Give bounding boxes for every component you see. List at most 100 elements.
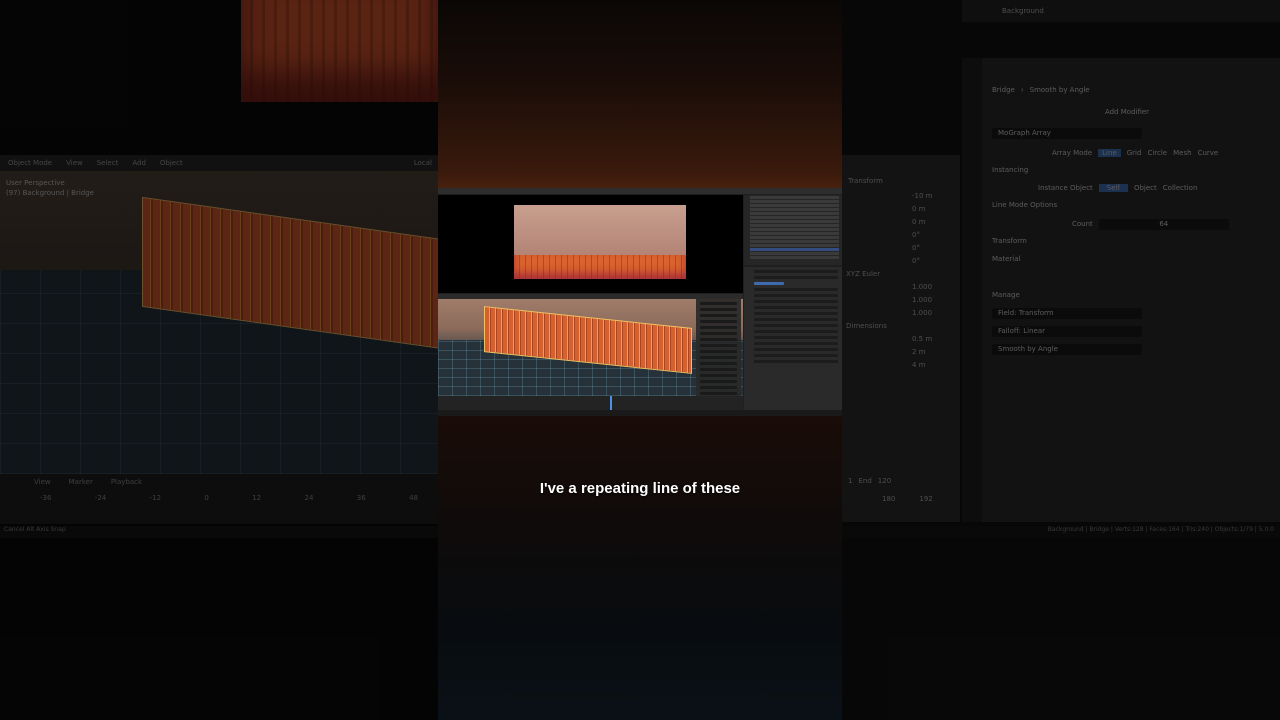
instance-self[interactable]: Self — [1098, 184, 1128, 192]
timeline-playback-menu[interactable]: Playback — [111, 478, 142, 486]
add-modifier-label: Add Modifier — [1104, 108, 1150, 116]
manage-panel[interactable]: Manage — [992, 289, 1262, 301]
timeline[interactable] — [438, 396, 743, 410]
breadcrumb-modifier[interactable]: Smooth by Angle — [1030, 86, 1090, 94]
n-panel-values: -10 m 0 m 0 m 0° 0° 0° XYZ Euler 1.000 1… — [842, 185, 960, 372]
rotation-y[interactable]: 0° — [912, 242, 960, 255]
dimensions-label: Dimensions — [846, 322, 887, 330]
select-menu[interactable]: Select — [97, 159, 119, 167]
top-menu-bar — [438, 188, 842, 194]
dimension-x[interactable]: 0.5 m — [912, 333, 960, 346]
frame-number: 192 — [919, 495, 933, 503]
n-panel — [696, 299, 741, 396]
material-label: Material — [992, 255, 1021, 263]
frame-number: -36 — [40, 494, 52, 502]
array-mode-curve[interactable]: Curve — [1198, 149, 1219, 157]
mode-dropdown[interactable]: Object Mode — [8, 159, 52, 167]
modifier-name-field[interactable]: MoGraph Array — [992, 127, 1142, 139]
status-bar-left: Cancel Alt Axis Snap — [0, 526, 438, 538]
transform-orientation[interactable]: Local — [414, 159, 432, 167]
transform-panel[interactable]: Transform — [992, 235, 1262, 247]
rotation-mode[interactable]: XYZ Euler — [846, 268, 960, 281]
array-mode-circle[interactable]: Circle — [1147, 149, 1167, 157]
instance-collection[interactable]: Collection — [1163, 184, 1198, 192]
transform-label: Transform — [992, 237, 1027, 245]
manage-label: Manage — [992, 291, 1020, 299]
modifier-stack-item[interactable]: Falloff: Linear — [992, 325, 1262, 337]
scale-z[interactable]: 1.000 — [912, 307, 960, 320]
status-bar — [438, 410, 842, 416]
right-background-pane: Background Transform -10 m 0 m 0 m 0° 0°… — [842, 0, 1280, 720]
left-background-pane: Object Mode View Select Add Object Local… — [0, 0, 438, 720]
viewport-label: User Perspective — [6, 179, 65, 187]
add-menu[interactable]: Add — [132, 159, 146, 167]
frame-number: 0 — [204, 494, 209, 502]
frame-number: 24 — [304, 494, 314, 502]
timeline-blurred: View Marker Playback -36 -24 -12 0 12 24… — [0, 474, 438, 524]
instance-object[interactable]: Object — [1134, 184, 1157, 192]
modifier-stack-item[interactable]: Field: Transform — [992, 307, 1262, 319]
line-mode-options-label: Line Mode Options — [992, 201, 1058, 209]
frame-number: 36 — [356, 494, 366, 502]
rotation-z[interactable]: 0° — [912, 255, 960, 268]
timeline-range: 1 End 120 — [848, 477, 891, 485]
modifier-stack-item[interactable]: Smooth by Angle — [992, 343, 1262, 355]
video-frame: I've a repeating line of these — [438, 0, 842, 720]
viewport-info: User Perspective (97) Background | Bridg… — [6, 178, 94, 198]
timeline-view-menu[interactable]: View — [34, 478, 51, 486]
location-z[interactable]: 0 m — [912, 216, 960, 229]
array-mode-grid[interactable]: Grid — [1127, 149, 1142, 157]
instancing-label: Instancing — [992, 166, 1029, 174]
frame-number: -12 — [149, 494, 162, 502]
scale-x[interactable]: 1.000 — [912, 281, 960, 294]
properties-editor — [744, 267, 842, 410]
add-modifier-button[interactable]: Add Modifier — [992, 106, 1262, 118]
instance-object-label: Instance Object — [1038, 184, 1093, 192]
material-panel[interactable]: Material — [992, 253, 1262, 265]
modifier-smooth-by-angle[interactable]: Smooth by Angle — [992, 343, 1142, 355]
array-mode-line[interactable]: Line — [1098, 149, 1121, 157]
count-label: Count — [1072, 220, 1093, 228]
render-window — [438, 195, 743, 293]
modifier-field-transform[interactable]: Field: Transform — [992, 307, 1142, 319]
rotation-x[interactable]: 0° — [912, 229, 960, 242]
outliner — [744, 195, 842, 265]
outliner-row-blurred: Background — [962, 0, 1280, 22]
array-mode-label: Array Mode — [1052, 149, 1093, 157]
location-x[interactable]: -10 m — [912, 190, 960, 203]
start-frame[interactable]: 1 — [848, 477, 852, 485]
end-frame[interactable]: 120 — [878, 477, 891, 485]
frame-number: 180 — [882, 495, 896, 503]
count-row: Count 64 — [992, 218, 1262, 230]
modifier-header: MoGraph Array — [992, 127, 1262, 139]
view-menu[interactable]: View — [66, 159, 83, 167]
array-mode-row: Array Mode Line Grid Circle Mesh Curve — [992, 147, 1262, 159]
dimension-y[interactable]: 2 m — [912, 346, 960, 359]
location-y[interactable]: 0 m — [912, 203, 960, 216]
line-mode-options-panel[interactable]: Line Mode Options — [992, 199, 1262, 211]
object-menu[interactable]: Object — [160, 159, 183, 167]
frame-number: -24 — [94, 494, 107, 502]
frame-number: 48 — [409, 494, 418, 502]
playhead[interactable] — [610, 396, 612, 410]
scale-y[interactable]: 1.000 — [912, 294, 960, 307]
instance-object-row: Instance Object Self Object Collection — [992, 182, 1262, 194]
timeline-marker-menu[interactable]: Marker — [69, 478, 93, 486]
instancing-panel[interactable]: Instancing — [992, 164, 1262, 176]
outliner-item-background[interactable]: Background — [1002, 7, 1044, 15]
n-panel-transform-label: Transform — [848, 177, 883, 185]
chevron-right-icon: › — [1020, 86, 1024, 94]
timeline-frames-right: 180 192 — [882, 495, 933, 503]
frame-number: 12 — [252, 494, 262, 502]
n-panel-blurred: Transform -10 m 0 m 0 m 0° 0° 0° XYZ Eul… — [842, 155, 960, 522]
array-mode-mesh[interactable]: Mesh — [1173, 149, 1191, 157]
video-caption: I've a repeating line of these — [539, 480, 741, 497]
count-field[interactable]: 64 — [1098, 218, 1229, 230]
rendered-fence — [514, 255, 686, 279]
dimension-z[interactable]: 4 m — [912, 359, 960, 372]
modifier-falloff-linear[interactable]: Falloff: Linear — [992, 325, 1142, 337]
viewport-sublabel: (97) Background | Bridge — [6, 189, 94, 197]
render-preview-blurred — [241, 0, 438, 102]
viewport-header-blurred: Object Mode View Select Add Object Local — [0, 155, 438, 171]
breadcrumb-object[interactable]: Bridge — [992, 86, 1015, 94]
